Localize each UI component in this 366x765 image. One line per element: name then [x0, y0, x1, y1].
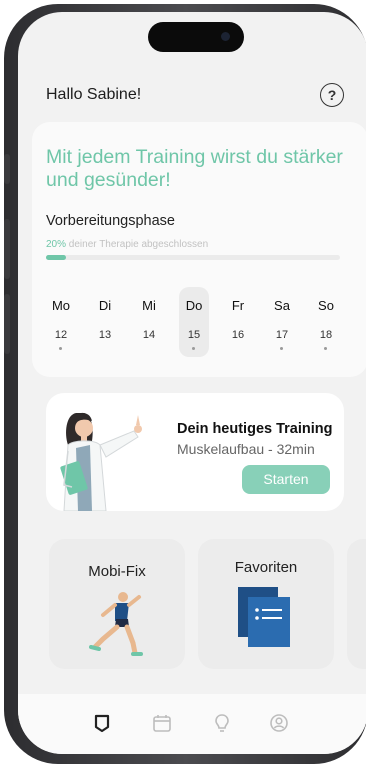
day-name: So — [318, 298, 334, 313]
day-name: Do — [185, 298, 203, 313]
calendar-icon[interactable] — [151, 712, 173, 734]
exercise-figure-icon — [89, 592, 143, 656]
home-icon[interactable] — [91, 712, 113, 734]
day-number: 17 — [275, 329, 289, 341]
volume-down-button — [4, 294, 10, 354]
dynamic-island — [148, 22, 244, 52]
bottom-navbar — [18, 694, 366, 754]
day-fr[interactable]: Fr 16 — [223, 287, 253, 357]
mobifix-label: Mobi-Fix — [88, 563, 146, 580]
day-name: Sa — [274, 298, 290, 313]
day-name: Mo — [51, 298, 71, 313]
greeting: Hallo Sabine! — [46, 86, 142, 103]
day-mo[interactable]: Mo 12 — [46, 287, 76, 357]
day-number: 16 — [231, 329, 245, 341]
day-number: 18 — [319, 329, 333, 341]
side-button — [4, 154, 10, 184]
lightbulb-icon[interactable] — [211, 712, 233, 734]
day-number: 12 — [54, 329, 68, 341]
volume-up-button — [4, 219, 10, 279]
motto-text: Mit jedem Training wirst du stärker und … — [46, 146, 343, 191]
help-icon[interactable]: ? — [320, 83, 344, 107]
progress-card: Mit jedem Training wirst du stärker und … — [32, 122, 366, 377]
progress-label: 20% deiner Therapie abgeschlossen — [46, 239, 208, 250]
favoriten-label: Favoriten — [234, 559, 298, 576]
training-title: Dein heutiges Training — [177, 421, 333, 437]
day-number: 13 — [98, 329, 112, 341]
phase-title: Vorbereitungsphase — [46, 213, 175, 229]
day-do-selected[interactable]: Do 15 — [179, 287, 209, 357]
day-mi[interactable]: Mi 14 — [134, 287, 164, 357]
day-number: 14 — [142, 329, 156, 341]
mobifix-tile[interactable]: Mobi-Fix — [49, 539, 185, 669]
day-name: Di — [98, 298, 112, 313]
favoriten-tile[interactable]: Favoriten — [198, 539, 334, 669]
day-name: Mi — [142, 298, 156, 313]
app-screen: Hallo Sabine! ? Mit jedem Training wirst… — [18, 12, 366, 754]
day-dot — [192, 347, 195, 350]
more-tile[interactable] — [347, 539, 366, 669]
today-training-card[interactable]: Dein heutiges Training Muskelaufbau - 32… — [46, 393, 344, 511]
day-dot — [59, 347, 62, 350]
day-so[interactable]: So 18 — [311, 287, 341, 357]
progress-percent: 20% — [46, 239, 67, 250]
progress-text: deiner Therapie abgeschlossen — [68, 239, 209, 250]
doctor-illustration — [60, 412, 142, 511]
document-list-icon — [238, 587, 290, 647]
day-dot — [324, 347, 327, 350]
day-di[interactable]: Di 13 — [90, 287, 120, 357]
profile-icon[interactable] — [268, 712, 290, 734]
progress-bar — [46, 255, 340, 260]
progress-bar-fill — [46, 255, 66, 260]
day-sa[interactable]: Sa 17 — [267, 287, 297, 357]
training-subtitle: Muskelaufbau - 32min — [177, 441, 315, 457]
start-button[interactable]: Starten — [242, 465, 330, 494]
day-number: 15 — [187, 329, 201, 341]
day-name: Fr — [231, 298, 245, 313]
camera-dot — [221, 32, 230, 41]
day-dot — [280, 347, 283, 350]
